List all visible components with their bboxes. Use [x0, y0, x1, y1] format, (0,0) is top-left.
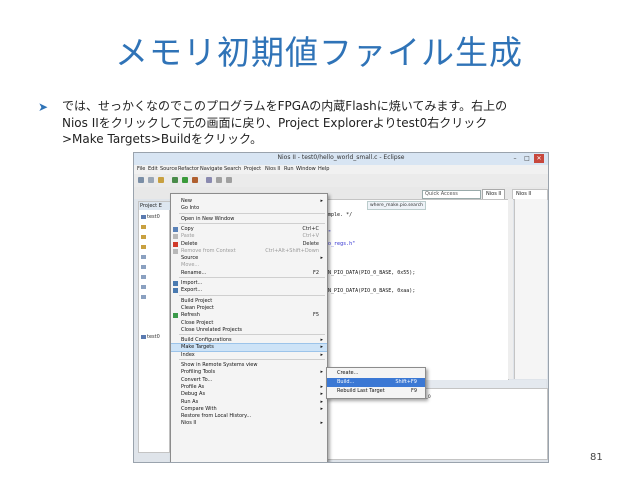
delete-icon: [173, 241, 178, 247]
new-icon[interactable]: [138, 177, 144, 183]
slide-title: メモリ初期値ファイル生成: [115, 33, 523, 72]
menu-separator: [179, 294, 325, 296]
tree-child[interactable]: [141, 274, 147, 280]
eclipse-screenshot: Nios II - test0/hello_world_small.c - Ec…: [133, 152, 549, 463]
project-explorer: Project E test0 test0: [138, 201, 170, 453]
folder-icon: [141, 224, 146, 229]
window-title: Nios II - test0/hello_world_small.c - Ec…: [277, 154, 405, 161]
menu-separator: [179, 277, 325, 278]
editor-tab[interactable]: where_make.pio.search: [367, 201, 427, 210]
file-icon: [141, 284, 146, 289]
menu-help[interactable]: Help: [318, 166, 329, 172]
export-icon: [173, 288, 178, 294]
tree-item-test0-bsp[interactable]: test0: [141, 334, 160, 340]
tree-child[interactable]: [141, 254, 147, 260]
menu-separator: [179, 222, 325, 224]
remove-icon: [173, 248, 178, 254]
menu-source[interactable]: Source: [160, 166, 177, 172]
make-targets-submenu: Create... Build... Shift+F9 Rebuild Last Ta…: [326, 367, 426, 399]
external-tools-icon[interactable]: [192, 177, 198, 183]
close-button[interactable]: ✕: [534, 154, 544, 163]
menu-run[interactable]: Run: [284, 166, 294, 172]
menu-refactor[interactable]: Refactor: [178, 166, 199, 172]
build-icon[interactable]: [158, 177, 164, 183]
paste-icon: [173, 234, 178, 240]
window-titlebar: Nios II - test0/hello_world_small.c - Ec…: [134, 153, 548, 165]
menu-item-shortcut: F9: [410, 388, 417, 394]
folder-icon: [141, 234, 146, 239]
file-icon: [141, 294, 146, 299]
toolbar: [134, 174, 548, 188]
editor-scrollbar[interactable]: [508, 199, 513, 379]
submenu-arrow-icon: ▸: [320, 420, 323, 427]
folder-icon: [141, 244, 146, 249]
menu-separator: [179, 212, 325, 214]
menu-item-label: Rebuild Last Target: [337, 388, 385, 394]
tree-child[interactable]: [141, 264, 147, 270]
menu-separator: [179, 359, 325, 360]
refresh-icon: [173, 313, 178, 319]
file-icon: [141, 254, 146, 259]
menu-item-label: Build...: [337, 379, 355, 385]
import-icon: [173, 281, 178, 286]
menu-project[interactable]: Project: [244, 166, 261, 172]
tree-child[interactable]: [141, 224, 147, 230]
menu-edit[interactable]: Edit: [148, 166, 158, 172]
tree-child[interactable]: [141, 294, 147, 300]
menu-file[interactable]: File: [137, 166, 145, 172]
file-icon: [141, 264, 146, 269]
minimize-button[interactable]: –: [510, 154, 520, 163]
menu-item-shortcut: Shift+F9: [395, 379, 417, 385]
project-explorer-tab[interactable]: Project E: [139, 202, 170, 210]
nav-forward-icon[interactable]: [226, 177, 232, 183]
context-menu-item-nios-ii[interactable]: Nios II ▸: [171, 419, 327, 428]
arrow-bullet-icon: ➤: [38, 100, 49, 114]
menu-search[interactable]: Search: [224, 166, 241, 172]
nav-back-icon[interactable]: [216, 177, 222, 183]
body-line: >Make Targets>Buildをクリック。: [62, 132, 263, 146]
menu-navigate[interactable]: Navigate: [200, 166, 222, 172]
search-icon[interactable]: [206, 177, 212, 183]
menubar: File Edit Source Refactor Navigate Searc…: [134, 165, 548, 174]
page-number: 81: [590, 452, 603, 463]
run-icon[interactable]: [182, 177, 188, 183]
code-line: RLON_PIO_DATA(PIO_0_BASE, 0x55);: [319, 270, 416, 276]
project-folder-icon: [141, 214, 146, 219]
save-icon[interactable]: [148, 177, 154, 183]
tree-child[interactable]: [141, 284, 147, 290]
menu-window[interactable]: Window: [296, 166, 316, 172]
menu-item-label: Nios II: [181, 420, 197, 427]
tree-child[interactable]: [141, 234, 147, 240]
submenu-item-rebuild-last-target[interactable]: Rebuild Last Target F9: [327, 387, 425, 396]
debug-icon[interactable]: [172, 177, 178, 183]
editor-pane: where_make.pio.search example. */ o.h" _…: [314, 199, 509, 381]
project-folder-icon: [141, 334, 146, 339]
menu-item-label: Create...: [337, 370, 359, 376]
submenu-item-create[interactable]: Create...: [327, 369, 425, 378]
code-line: RLON_PIO_DATA(PIO_0_BASE, 0xaa);: [319, 288, 416, 294]
menu-nios-ii[interactable]: Nios II: [265, 166, 280, 172]
maximize-button[interactable]: □: [522, 154, 532, 163]
menu-separator: [179, 334, 325, 336]
quick-access-input[interactable]: Quick Access: [422, 190, 481, 199]
slide-body: では、せっかくなのでこのプログラムをFPGAの内蔵Flashに焼いてみます。右上…: [62, 98, 607, 148]
copy-icon: [173, 226, 178, 232]
tree-child[interactable]: [141, 244, 147, 250]
outline-panel: [514, 199, 547, 379]
body-line: では、せっかくなのでこのプログラムをFPGAの内蔵Flashに焼いてみます。右上…: [62, 99, 508, 113]
submenu-item-build[interactable]: Build... Shift+F9: [327, 378, 425, 387]
tree-item-test0[interactable]: test0: [141, 214, 160, 220]
body-line: Nios IIをクリックして元の画面に戻り、Project Explorerより…: [62, 115, 488, 130]
context-menu: New ▸ Go Into Open in New Window Copy Ctrl+C P…: [170, 193, 328, 462]
file-icon: [141, 274, 146, 279]
